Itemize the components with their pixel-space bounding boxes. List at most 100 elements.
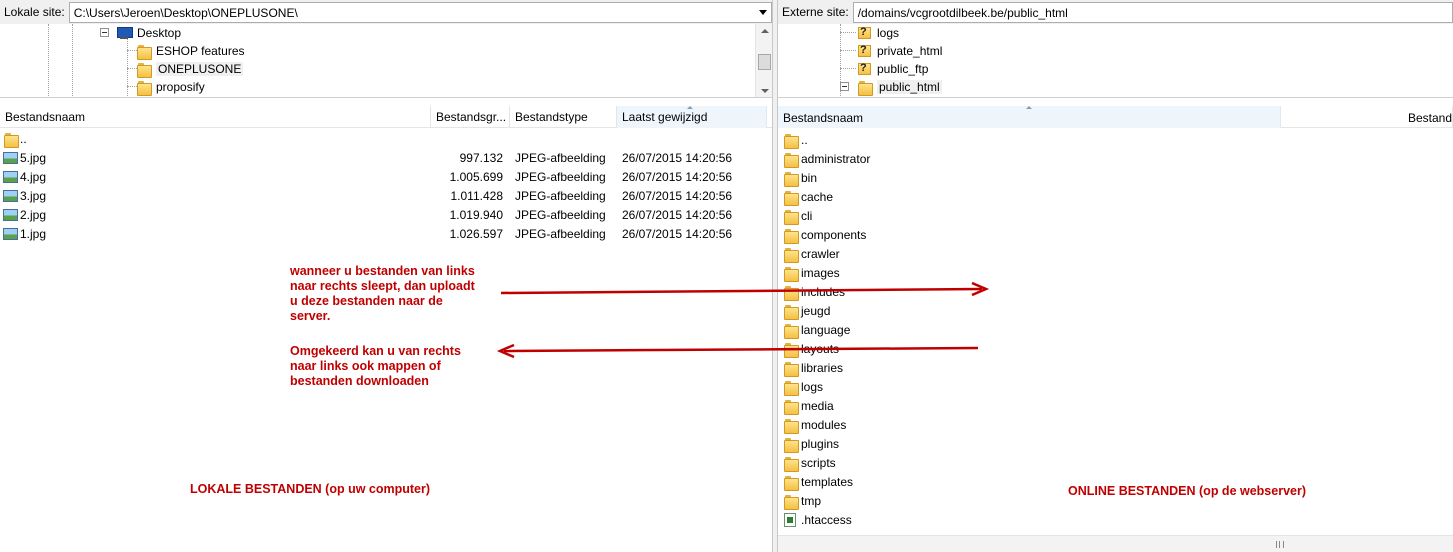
- file-name: 2.jpg: [20, 208, 47, 222]
- annotation-line: server.: [290, 309, 331, 323]
- list-item[interactable]: scripts: [778, 453, 1453, 473]
- image-icon: [3, 188, 18, 202]
- chevron-down-icon[interactable]: [759, 9, 767, 15]
- file-name: jeugd: [801, 304, 831, 318]
- scrollbar-thumb[interactable]: [758, 54, 771, 70]
- remote-file-list: .. administrator bin cache cli component…: [778, 130, 1453, 529]
- list-item[interactable]: layouts: [778, 339, 1453, 359]
- file-size: 1.011.428: [450, 189, 504, 203]
- tree-guide-line: [840, 68, 856, 69]
- list-item[interactable]: components: [778, 225, 1453, 245]
- image-icon: [3, 226, 18, 240]
- file-name: 4.jpg: [20, 170, 47, 184]
- list-item[interactable]: .htaccess: [778, 510, 1453, 529]
- file-name: components: [801, 228, 867, 242]
- list-item[interactable]: cli: [778, 206, 1453, 226]
- column-last-modified[interactable]: Laatst gewijzigd: [617, 106, 767, 128]
- tree-item-proposify[interactable]: proposify: [137, 78, 205, 96]
- folder-icon: [784, 437, 799, 454]
- file-name: ..: [801, 133, 808, 147]
- tree-vertical-scrollbar[interactable]: [755, 24, 772, 97]
- image-icon: [3, 207, 18, 221]
- column-filename[interactable]: Bestandsnaam: [0, 106, 431, 128]
- list-item[interactable]: libraries: [778, 358, 1453, 378]
- file-name: 1.jpg: [20, 227, 47, 241]
- folder-icon: [784, 209, 799, 226]
- folder-icon: [784, 171, 799, 188]
- remote-path-combo[interactable]: /domains/vcgrootdilbeek.be/public_html: [852, 1, 1453, 23]
- local-path-combo[interactable]: C:\Users\Jeroen\Desktop\ONEPLUSONE\: [68, 1, 772, 23]
- tree-item-private-html[interactable]: ? private_html: [858, 42, 942, 60]
- tree-guide-line: [840, 50, 856, 51]
- file-type: JPEG-afbeelding: [515, 170, 606, 184]
- list-item[interactable]: ..: [778, 130, 1453, 150]
- unknown-folder-icon: ?: [858, 26, 872, 40]
- tree-item-label: ONEPLUSONE: [156, 62, 244, 76]
- list-item[interactable]: media: [778, 396, 1453, 416]
- computer-icon: [116, 27, 133, 39]
- column-filesize[interactable]: Bestandsgr...: [431, 106, 510, 128]
- annotation-line: u deze bestanden naar de: [290, 294, 443, 308]
- file-name: .htaccess: [801, 513, 852, 527]
- list-item[interactable]: 3.jpg 1.011.428 JPEG-afbeelding 26/07/20…: [0, 186, 772, 205]
- list-item[interactable]: logs: [778, 377, 1453, 397]
- column-filesize[interactable]: Bestand: [1281, 106, 1453, 128]
- local-list-header: Bestandsnaam Bestandsgr... Bestandstype …: [0, 106, 772, 128]
- file-size: 997.132: [459, 151, 503, 165]
- scroll-down-icon[interactable]: [761, 89, 769, 93]
- file-name: includes: [801, 285, 846, 299]
- tree-item-label: public_html: [877, 80, 942, 94]
- folder-icon: [858, 80, 873, 96]
- remote-site-label: Externe site:: [782, 5, 849, 19]
- unknown-folder-icon: ?: [858, 44, 872, 58]
- column-filetype[interactable]: Bestandstype: [510, 106, 617, 128]
- scrollbar-grip-icon[interactable]: [1276, 541, 1284, 548]
- file-name: media: [801, 399, 834, 413]
- online-files-caption: ONLINE BESTANDEN (op de webserver): [1068, 484, 1307, 498]
- list-item[interactable]: jeugd: [778, 301, 1453, 321]
- folder-icon: [784, 456, 799, 473]
- scroll-up-icon[interactable]: [761, 29, 769, 33]
- list-item[interactable]: modules: [778, 415, 1453, 435]
- tree-guide-line: [72, 24, 73, 97]
- list-item[interactable]: includes: [778, 282, 1453, 302]
- tree-item-label: Desktop: [137, 26, 182, 40]
- tree-item-public-html[interactable]: public_html: [858, 78, 942, 96]
- column-filename[interactable]: Bestandsnaam: [778, 106, 1281, 128]
- tree-item-eshop-features[interactable]: ESHOP features: [137, 42, 245, 60]
- list-item[interactable]: 5.jpg 997.132 JPEG-afbeelding 26/07/2015…: [0, 148, 772, 167]
- file-name: logs: [801, 380, 824, 394]
- list-item[interactable]: crawler: [778, 244, 1453, 264]
- list-item[interactable]: language: [778, 320, 1453, 340]
- tree-item-label: logs: [877, 26, 900, 40]
- annotation-line: wanneer u bestanden van links: [290, 264, 475, 278]
- list-item[interactable]: ..: [0, 129, 772, 149]
- remote-site-bar: Externe site: /domains/vcgrootdilbeek.be…: [778, 0, 1453, 24]
- list-item[interactable]: 2.jpg 1.019.940 JPEG-afbeelding 26/07/20…: [0, 205, 772, 224]
- tree-item-oneplusone[interactable]: ONEPLUSONE: [137, 60, 244, 78]
- tree-item-public-ftp[interactable]: ? public_ftp: [858, 60, 928, 78]
- tree-item-desktop[interactable]: Desktop: [116, 24, 181, 42]
- file-type: JPEG-afbeelding: [515, 208, 606, 222]
- folder-icon: [784, 323, 799, 340]
- list-item[interactable]: cache: [778, 187, 1453, 207]
- tree-item-label: private_html: [877, 44, 943, 58]
- folder-icon: [784, 228, 799, 245]
- list-item[interactable]: bin: [778, 168, 1453, 188]
- file-name: templates: [801, 475, 854, 489]
- file-modified: 26/07/2015 14:20:56: [622, 227, 733, 241]
- remote-horizontal-scrollbar[interactable]: [778, 535, 1453, 552]
- list-item[interactable]: administrator: [778, 149, 1453, 169]
- sort-ascending-icon: [687, 106, 693, 109]
- tree-collapse-toggle[interactable]: [100, 28, 109, 37]
- list-item[interactable]: 1.jpg 1.026.597 JPEG-afbeelding 26/07/20…: [0, 224, 772, 243]
- tree-collapse-toggle[interactable]: [840, 82, 849, 91]
- list-item[interactable]: plugins: [778, 434, 1453, 454]
- list-item[interactable]: images: [778, 263, 1453, 283]
- local-file-list: .. 5.jpg 997.132 JPEG-afbeelding 26/07/2…: [0, 129, 772, 243]
- tree-item-logs[interactable]: ? logs: [858, 24, 899, 42]
- list-item[interactable]: 4.jpg 1.005.699 JPEG-afbeelding 26/07/20…: [0, 167, 772, 186]
- file-name: 3.jpg: [20, 189, 47, 203]
- file-modified: 26/07/2015 14:20:56: [622, 208, 733, 222]
- tree-guide-line: [127, 50, 137, 51]
